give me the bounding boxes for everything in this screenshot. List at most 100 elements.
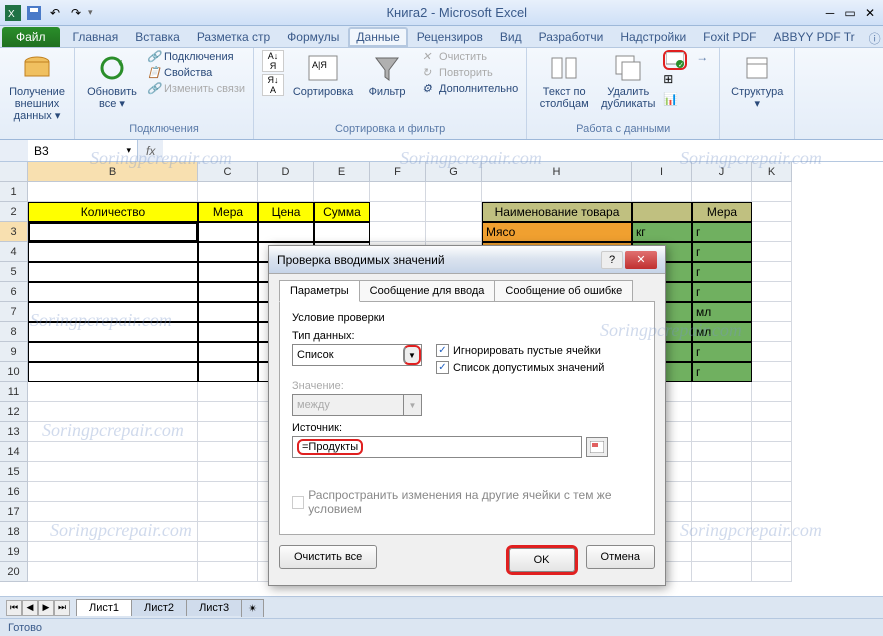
- row-header-6[interactable]: 6: [0, 282, 28, 302]
- sheet-nav-prev[interactable]: ◀: [22, 600, 38, 616]
- cell[interactable]: [198, 242, 258, 262]
- consolidate-icon[interactable]: ⊞: [663, 72, 683, 90]
- cell[interactable]: Наименование товара: [482, 202, 632, 222]
- cell[interactable]: [752, 422, 792, 442]
- cell[interactable]: [198, 542, 258, 562]
- cell[interactable]: [632, 182, 692, 202]
- fx-icon[interactable]: fx: [138, 144, 163, 158]
- maximize-icon[interactable]: ▭: [841, 4, 859, 22]
- refresh-all-button[interactable]: Обновить все ▾: [83, 50, 141, 112]
- text-to-columns-button[interactable]: Текст по столбцам: [535, 50, 593, 112]
- cancel-button[interactable]: Отмена: [586, 545, 655, 569]
- row-header-1[interactable]: 1: [0, 182, 28, 202]
- minimize-icon[interactable]: ─: [821, 4, 839, 22]
- external-data-button[interactable]: Получение внешних данных ▾: [8, 50, 66, 124]
- cell[interactable]: [198, 362, 258, 382]
- cell[interactable]: [198, 302, 258, 322]
- cell[interactable]: [258, 182, 314, 202]
- cell[interactable]: [752, 562, 792, 582]
- ignore-blank-checkbox[interactable]: ✓Игнорировать пустые ячейки: [436, 344, 604, 357]
- sheet-nav-last[interactable]: ⏭: [54, 600, 70, 616]
- row-header-4[interactable]: 4: [0, 242, 28, 262]
- row-header-9[interactable]: 9: [0, 342, 28, 362]
- cell[interactable]: [370, 222, 426, 242]
- type-dropdown-arrow[interactable]: ▼: [403, 345, 421, 365]
- col-header-F[interactable]: F: [370, 162, 426, 182]
- remove-duplicates-button[interactable]: Удалить дубликаты: [599, 50, 657, 112]
- cell[interactable]: г: [692, 262, 752, 282]
- cell[interactable]: [752, 462, 792, 482]
- ok-button[interactable]: OK: [509, 548, 575, 572]
- tab-data[interactable]: Данные: [348, 27, 407, 47]
- col-header-K[interactable]: K: [752, 162, 792, 182]
- cell[interactable]: [692, 382, 752, 402]
- cell[interactable]: [692, 402, 752, 422]
- cell[interactable]: [198, 562, 258, 582]
- advanced-filter-link[interactable]: ⚙Дополнительно: [422, 82, 518, 96]
- cell[interactable]: [752, 242, 792, 262]
- cell[interactable]: [198, 182, 258, 202]
- sheet-nav-first[interactable]: ⏮: [6, 600, 22, 616]
- row-header-18[interactable]: 18: [0, 522, 28, 542]
- tab-addins[interactable]: Надстройки: [612, 26, 694, 47]
- cell[interactable]: [198, 382, 258, 402]
- filter-button[interactable]: Фильтр: [358, 50, 416, 100]
- cell[interactable]: [28, 422, 198, 442]
- cell[interactable]: [692, 422, 752, 442]
- sheet-tab-3[interactable]: Лист3: [186, 599, 242, 616]
- tab-file[interactable]: Файл: [2, 27, 60, 47]
- cell[interactable]: [692, 482, 752, 502]
- cell[interactable]: г: [692, 342, 752, 362]
- row-header-20[interactable]: 20: [0, 562, 28, 582]
- help-icon[interactable]: ⓘ: [865, 30, 883, 47]
- cell[interactable]: [28, 442, 198, 462]
- cell[interactable]: [752, 262, 792, 282]
- cell[interactable]: [752, 402, 792, 422]
- cell[interactable]: [198, 442, 258, 462]
- cell[interactable]: [258, 222, 314, 242]
- cell[interactable]: [692, 502, 752, 522]
- cell[interactable]: [752, 182, 792, 202]
- cell[interactable]: [752, 342, 792, 362]
- cell[interactable]: [752, 202, 792, 222]
- cell[interactable]: [482, 182, 632, 202]
- select-all-corner[interactable]: [0, 162, 28, 182]
- dialog-close-icon[interactable]: ✕: [625, 251, 657, 269]
- cell[interactable]: [28, 262, 198, 282]
- data-validation-button[interactable]: ✓: [663, 50, 687, 70]
- cell[interactable]: [370, 202, 426, 222]
- clear-filter-link[interactable]: ✕Очистить: [422, 50, 518, 64]
- col-header-J[interactable]: J: [692, 162, 752, 182]
- range-picker-icon[interactable]: [586, 437, 608, 457]
- cell[interactable]: [198, 262, 258, 282]
- cell[interactable]: [28, 302, 198, 322]
- cell[interactable]: [198, 422, 258, 442]
- cell[interactable]: [692, 542, 752, 562]
- cell[interactable]: [692, 522, 752, 542]
- dialog-tab-input-msg[interactable]: Сообщение для ввода: [359, 280, 496, 302]
- tab-layout[interactable]: Разметка стр: [189, 26, 278, 47]
- cell[interactable]: [370, 182, 426, 202]
- cell[interactable]: [752, 442, 792, 462]
- cell[interactable]: [28, 562, 198, 582]
- row-header-13[interactable]: 13: [0, 422, 28, 442]
- edit-links-link[interactable]: 🔗Изменить связи: [147, 82, 245, 96]
- cell[interactable]: Сумма: [314, 202, 370, 222]
- cell[interactable]: [198, 342, 258, 362]
- row-header-14[interactable]: 14: [0, 442, 28, 462]
- col-header-E[interactable]: E: [314, 162, 370, 182]
- row-header-3[interactable]: 3: [0, 222, 28, 242]
- cell[interactable]: [28, 522, 198, 542]
- cell[interactable]: [28, 402, 198, 422]
- cell[interactable]: [28, 542, 198, 562]
- row-header-2[interactable]: 2: [0, 202, 28, 222]
- col-header-B[interactable]: B: [28, 162, 198, 182]
- clear-all-button[interactable]: Очистить все: [279, 545, 377, 569]
- cell[interactable]: [28, 322, 198, 342]
- cell[interactable]: [752, 302, 792, 322]
- row-header-15[interactable]: 15: [0, 462, 28, 482]
- properties-link[interactable]: 📋Свойства: [147, 66, 245, 80]
- cell[interactable]: [426, 182, 482, 202]
- cell[interactable]: [752, 502, 792, 522]
- cell[interactable]: мл: [692, 302, 752, 322]
